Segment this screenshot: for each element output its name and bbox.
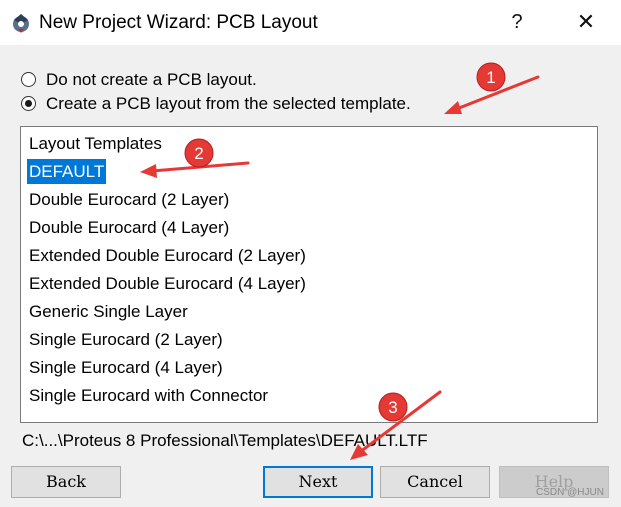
annotation-badge-1: 1: [476, 62, 506, 92]
layout-templates-list[interactable]: Layout Templates DEFAULT Double Eurocard…: [20, 126, 598, 423]
template-path: C:\...\Proteus 8 Professional\Templates\…: [22, 431, 428, 450]
svg-text:1: 1: [486, 68, 495, 87]
proteus-app-icon: [13, 14, 29, 33]
list-item[interactable]: Single Eurocard with Connector: [27, 383, 270, 408]
list-item[interactable]: Double Eurocard (4 Layer): [27, 215, 231, 240]
back-button[interactable]: Back: [11, 466, 121, 498]
list-item[interactable]: Single Eurocard (4 Layer): [27, 355, 225, 380]
annotation-arrow-1: [444, 75, 540, 114]
title-bar: New Project Wizard: PCB Layout ? ✕: [0, 0, 621, 45]
list-header: Layout Templates: [29, 134, 162, 153]
list-item[interactable]: Extended Double Eurocard (4 Layer): [27, 271, 308, 296]
list-item[interactable]: Single Eurocard (2 Layer): [27, 327, 225, 352]
help-icon[interactable]: ?: [502, 4, 532, 40]
window-title: New Project Wizard: PCB Layout: [39, 12, 318, 33]
radio-label: Create a PCB layout from the selected te…: [46, 94, 411, 113]
list-item[interactable]: Generic Single Layer: [27, 299, 190, 324]
radio-button-unselected[interactable]: [21, 72, 36, 87]
list-item-default[interactable]: DEFAULT: [27, 159, 107, 184]
radio-button-selected[interactable]: [21, 96, 36, 111]
next-button[interactable]: Next: [263, 466, 373, 498]
list-item[interactable]: Double Eurocard (2 Layer): [27, 187, 231, 212]
radio-label: Do not create a PCB layout.: [46, 70, 257, 89]
list-item[interactable]: Extended Double Eurocard (2 Layer): [27, 243, 308, 268]
watermark: CSDN @HJUN: [536, 487, 604, 498]
close-icon[interactable]: ✕: [566, 4, 606, 40]
cancel-button[interactable]: Cancel: [380, 466, 490, 498]
